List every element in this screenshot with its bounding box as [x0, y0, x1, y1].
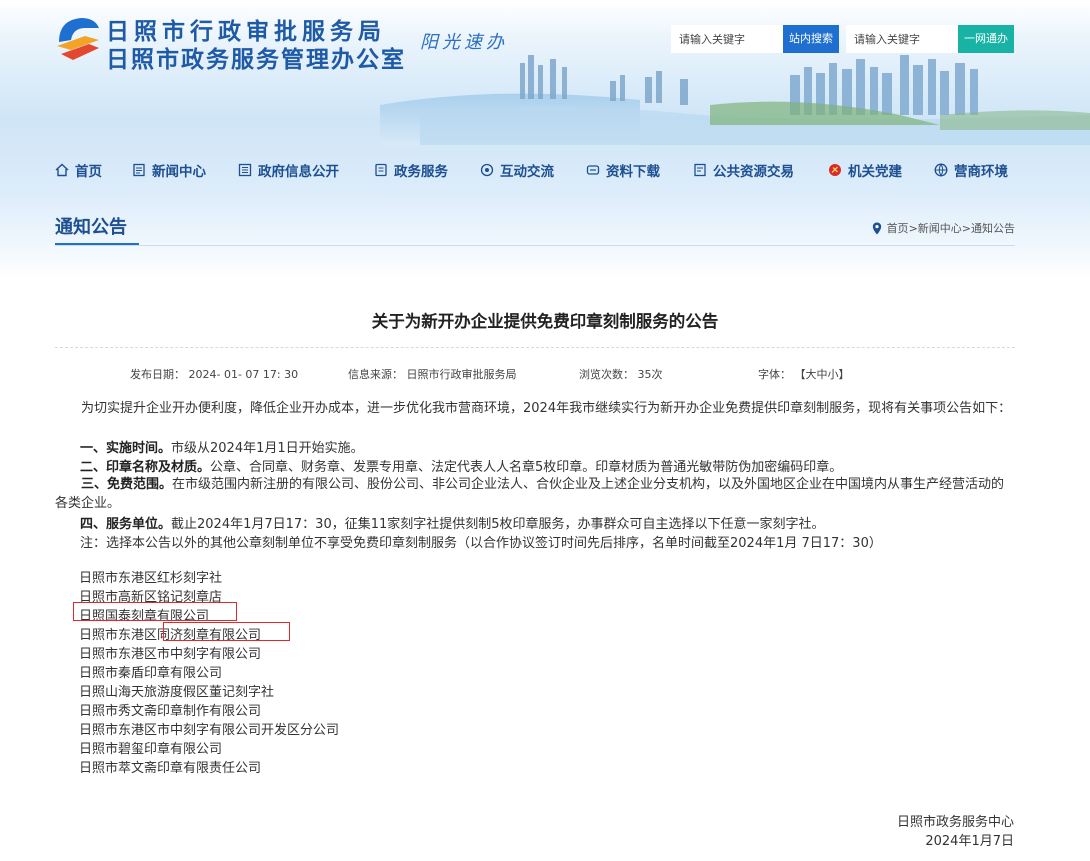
nav-label: 政务服务 — [394, 164, 448, 180]
company-item: 日照山海天旅游度假区董记刻字社 — [79, 685, 275, 700]
nav-item-downloads[interactable]: 资料下载 — [586, 160, 660, 180]
meta-views-label: 浏览次数： — [579, 368, 634, 381]
company-item: 日照市碧玺印章有限公司 — [79, 742, 223, 757]
city-skyline-banner — [380, 55, 1090, 145]
one-net-search-button[interactable]: 一网通办 — [958, 25, 1014, 53]
section-divider — [55, 245, 1015, 246]
party-icon — [829, 164, 841, 176]
article-title-divider — [55, 347, 1015, 348]
item-text: 截止2024年1月7日17：30，征集11家刻字社提供刻制5枚印章服务，办事群众… — [171, 517, 825, 532]
meta-font-label: 字体： — [758, 368, 791, 381]
meta-font-size: 字体： 【大中小】 — [758, 366, 850, 382]
breadcrumb-news[interactable]: 新闻中心 — [918, 220, 962, 236]
company-item: 日照市秀文斋印章制作有限公司 — [79, 704, 262, 719]
article-item-2: 二、印章名称及材质。公章、合同章、财务章、发票专用章、法定代表人人名章5枚印章。… — [80, 456, 842, 475]
nav-label: 机关党建 — [848, 164, 902, 180]
article-item-3: 三、免费范围。在市级范围内新注册的有限公司、股份公司、非公司企业法人、合伙企业及… — [55, 475, 1015, 513]
meta-source-value: 日照市行政审批服务局 — [406, 368, 517, 381]
nav-label: 新闻中心 — [152, 164, 206, 180]
one-net-search: 一网通办 — [846, 25, 1014, 53]
meta-date-value: 2024- 01- 07 17: 30 — [188, 368, 299, 381]
nav-item-interaction[interactable]: 互动交流 — [480, 160, 554, 180]
company-item: 日照市秦盾印章有限公司 — [79, 666, 223, 681]
section-title: 通知公告 — [55, 217, 127, 238]
item-text: 公章、合同章、财务章、发票专用章、法定代表人人名章5枚印章。印章材质为普通光敏带… — [210, 460, 843, 475]
meta-publish-date: 发布日期： 2024- 01- 07 17: 30 — [130, 366, 298, 382]
breadcrumb-current[interactable]: 通知公告 — [971, 220, 1015, 236]
breadcrumb: 首页 > 新闻中心 > 通知公告 — [872, 220, 1015, 236]
one-net-search-input[interactable] — [846, 25, 958, 53]
site-search: 站内搜索 — [671, 25, 839, 53]
article-item-1: 一、实施时间。市级从2024年1月1日开始实施。 — [80, 437, 364, 456]
signature-org: 日照市政务服务中心 — [896, 815, 1014, 830]
nav-item-resource-trade[interactable]: 公共资源交易 — [693, 160, 794, 180]
site-header: 日照市行政审批服务局 日照市政务服务管理办公室 阳光速办 站内搜索 一网通办 首… — [0, 0, 1090, 280]
download-icon — [586, 165, 600, 175]
company-item: 日照市东港区市中刻字有限公司 — [79, 647, 262, 662]
highlight-box-tongji — [163, 622, 290, 641]
meta-source: 信息来源： 日照市行政审批服务局 — [348, 366, 517, 382]
nav-label: 首页 — [75, 164, 102, 180]
nav-item-news[interactable]: 新闻中心 — [132, 160, 206, 180]
article-item-4: 四、服务单位。截止2024年1月7日17：30，征集11家刻字社提供刻制5枚印章… — [80, 513, 825, 532]
nav-label: 营商环境 — [954, 164, 1008, 180]
nav-label: 互动交流 — [500, 164, 554, 180]
nav-label: 资料下载 — [606, 164, 660, 180]
section-title-underline — [55, 243, 139, 245]
item-text: 市级从2024年1月1日开始实施。 — [171, 441, 364, 456]
info-icon — [238, 163, 252, 177]
nav-item-party-building[interactable]: 机关党建 — [828, 160, 902, 180]
logo-emblem-icon — [57, 18, 99, 60]
company-item: 日照市萃文斋印章有限责任公司 — [79, 761, 262, 776]
item-heading: 三、免费范围。 — [81, 477, 173, 492]
article-title: 关于为新开办企业提供免费印章刻制服务的公告 — [371, 312, 719, 331]
meta-views: 浏览次数： 35次 — [579, 366, 663, 382]
breadcrumb-separator: > — [961, 221, 971, 235]
nav-item-info-public[interactable]: 政府信息公开 — [238, 160, 339, 180]
article-note: 注：选择本公告以外的其他公章刻制单位不享受免费印章刻制服务（以合作协议签订时间先… — [80, 536, 882, 551]
nav-item-gov-service[interactable]: 政务服务 — [374, 160, 448, 180]
nav-label: 公共资源交易 — [713, 164, 794, 180]
news-icon — [133, 163, 145, 177]
chat-icon — [480, 163, 494, 177]
service-icon — [375, 163, 387, 177]
meta-views-value: 35次 — [637, 368, 663, 381]
main-nav: 首页 新闻中心 政府信息公开 政务服务 互动交流 资料下载 公共资源交易 机关党… — [55, 160, 1015, 182]
nav-item-home[interactable]: 首页 — [55, 160, 102, 180]
signature-date: 2024年1月7日 — [925, 834, 1014, 849]
site-search-button[interactable]: 站内搜索 — [783, 25, 839, 53]
nav-label: 政府信息公开 — [258, 164, 339, 180]
breadcrumb-home[interactable]: 首页 — [887, 220, 909, 236]
item-text: 在市级范围内新注册的有限公司、股份公司、非公司企业法人、合伙企业及上述企业分支机… — [55, 477, 1005, 511]
highlight-box-guotai — [73, 602, 237, 621]
meta-source-label: 信息来源： — [348, 368, 403, 381]
site-title-secondary: 日照市政务服务管理办公室 — [106, 46, 406, 73]
nav-item-business-env[interactable]: 营商环境 — [934, 160, 1008, 180]
breadcrumb-separator: > — [908, 221, 918, 235]
home-icon — [55, 163, 69, 177]
site-search-input[interactable] — [671, 25, 783, 53]
font-size-switch[interactable]: 【大中小】 — [795, 368, 850, 381]
meta-date-label: 发布日期： — [130, 368, 185, 381]
slogan-text: 阳光速办 — [420, 32, 508, 53]
item-heading: 一、实施时间。 — [80, 441, 172, 456]
item-heading: 二、印章名称及材质。 — [80, 460, 211, 475]
article-intro: 为切实提升企业开办便利度，降低企业开办成本，进一步优化我市营商环境，2024年我… — [81, 401, 1012, 416]
company-item: 日照市东港区市中刻字有限公司开发区分公司 — [79, 723, 340, 738]
company-item: 日照市东港区红杉刻字社 — [79, 571, 223, 586]
location-pin-icon — [872, 222, 881, 234]
trade-icon — [694, 163, 706, 177]
globe-icon — [934, 163, 948, 177]
item-heading: 四、服务单位。 — [80, 517, 172, 532]
